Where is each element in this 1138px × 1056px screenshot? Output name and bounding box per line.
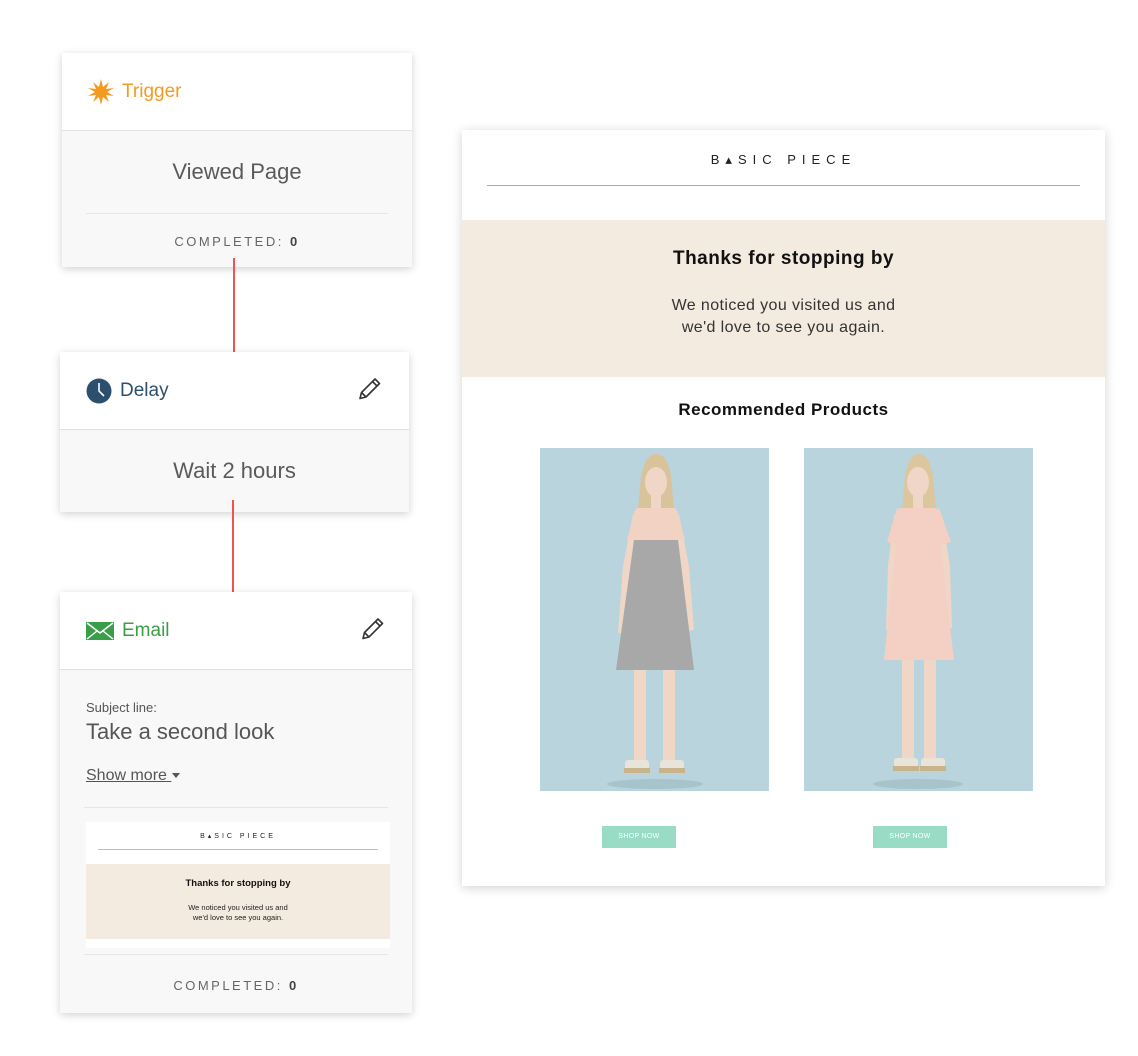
thumbnail-body-line: we'd love to see you again. <box>192 913 284 922</box>
delay-header: Delay <box>60 352 409 430</box>
thumbnail-body-line: We noticed you visited us and <box>188 903 288 912</box>
trigger-completed: COMPLETED: 0 <box>62 234 412 249</box>
divider <box>86 213 388 214</box>
trigger-header: Trigger <box>62 53 412 131</box>
thumbnail-body: We noticed you visited us and we'd love … <box>86 903 390 923</box>
hero-body-line: we'd love to see you again. <box>681 319 886 336</box>
email-card[interactable]: Email Subject line: Take a second look S… <box>60 592 412 1013</box>
thumbnail-rule <box>98 849 378 850</box>
completed-count: 0 <box>289 234 300 249</box>
delay-card[interactable]: Delay Wait 2 hours <box>60 352 409 512</box>
hero-headline: Thanks for stopping by <box>672 248 895 269</box>
divider <box>84 807 388 808</box>
product-image[interactable] <box>540 448 769 791</box>
delay-wait-text: Wait 2 hours <box>173 458 296 483</box>
completed-label: COMPLETED: <box>174 234 284 249</box>
hero-body-line: We noticed you visited us and <box>671 297 896 314</box>
header-rule <box>487 185 1080 186</box>
trigger-event: Viewed Page <box>172 159 302 184</box>
pencil-icon[interactable] <box>360 615 386 646</box>
shop-now-button[interactable]: SHOP NOW <box>873 826 947 848</box>
email-completed: COMPLETED: 0 <box>60 978 412 993</box>
email-label: Email <box>122 619 170 641</box>
email-header: Email <box>60 592 412 670</box>
clock-icon <box>86 378 112 404</box>
model-pink-dress-image <box>804 448 1033 791</box>
email-preview: B▴SIC PIECE Thanks for stopping by We no… <box>462 130 1105 886</box>
starburst-icon <box>88 78 114 105</box>
recommended-products-title: Recommended Products <box>678 400 889 419</box>
trigger-label: Trigger <box>122 80 182 102</box>
pencil-icon[interactable] <box>357 375 383 406</box>
subject-line-caption: Subject line: <box>86 700 157 715</box>
subject-line-value: Take a second look <box>86 719 275 744</box>
shop-now-button[interactable]: SHOP NOW <box>602 826 676 848</box>
caret-down-icon <box>172 772 181 778</box>
completed-label: COMPLETED: <box>173 978 283 993</box>
brand-logo: B▴SIC PIECE <box>710 152 857 167</box>
completed-count: 0 <box>288 978 299 993</box>
envelope-icon <box>86 621 114 641</box>
trigger-card[interactable]: Trigger Viewed Page COMPLETED: 0 <box>62 53 412 267</box>
email-thumbnail[interactable]: B▴SIC PIECE Thanks for stopping by We no… <box>86 822 390 948</box>
model-grey-dress-image <box>540 448 769 791</box>
divider <box>84 954 388 955</box>
thumbnail-headline: Thanks for stopping by <box>185 878 291 889</box>
hero-banner: Thanks for stopping by We noticed you vi… <box>462 220 1105 377</box>
hero-body: We noticed you visited us and we'd love … <box>462 295 1105 339</box>
product-image[interactable] <box>804 448 1033 791</box>
thumbnail-brand-logo: B▴SIC PIECE <box>200 833 276 840</box>
show-more-label: Show more <box>86 767 167 784</box>
delay-label: Delay <box>120 379 169 401</box>
show-more-link[interactable]: Show more <box>86 767 181 785</box>
thumbnail-hero: Thanks for stopping by We noticed you vi… <box>86 864 390 939</box>
